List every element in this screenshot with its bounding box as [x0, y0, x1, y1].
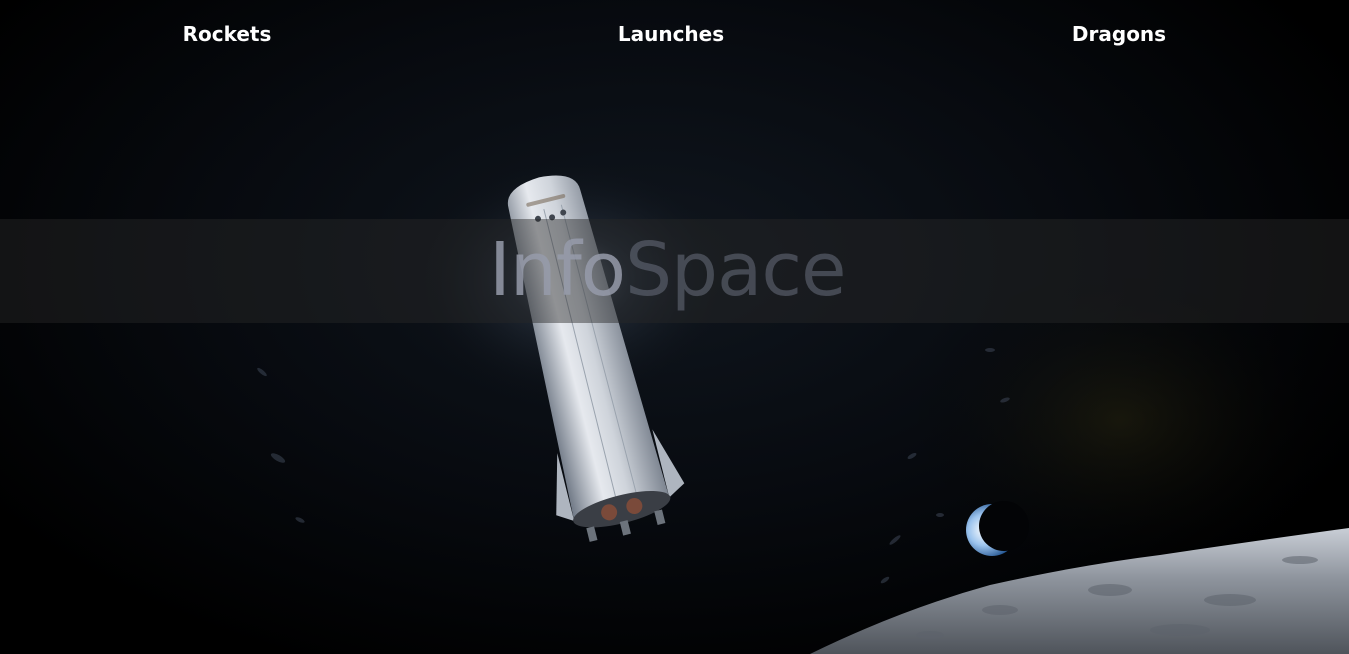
site-title: InfoSpace — [489, 218, 847, 322]
nav-link-rockets[interactable]: Rockets — [183, 22, 272, 46]
page: Rockets Launches Dragons InfoSpace — [0, 0, 1349, 654]
top-nav: Rockets Launches Dragons — [0, 0, 1349, 72]
site-title-info: Info — [489, 227, 626, 313]
nav-link-dragons[interactable]: Dragons — [1072, 22, 1166, 46]
site-title-space: Space — [625, 227, 847, 313]
nav-link-launches[interactable]: Launches — [618, 22, 724, 46]
background-image — [257, 150, 1349, 654]
